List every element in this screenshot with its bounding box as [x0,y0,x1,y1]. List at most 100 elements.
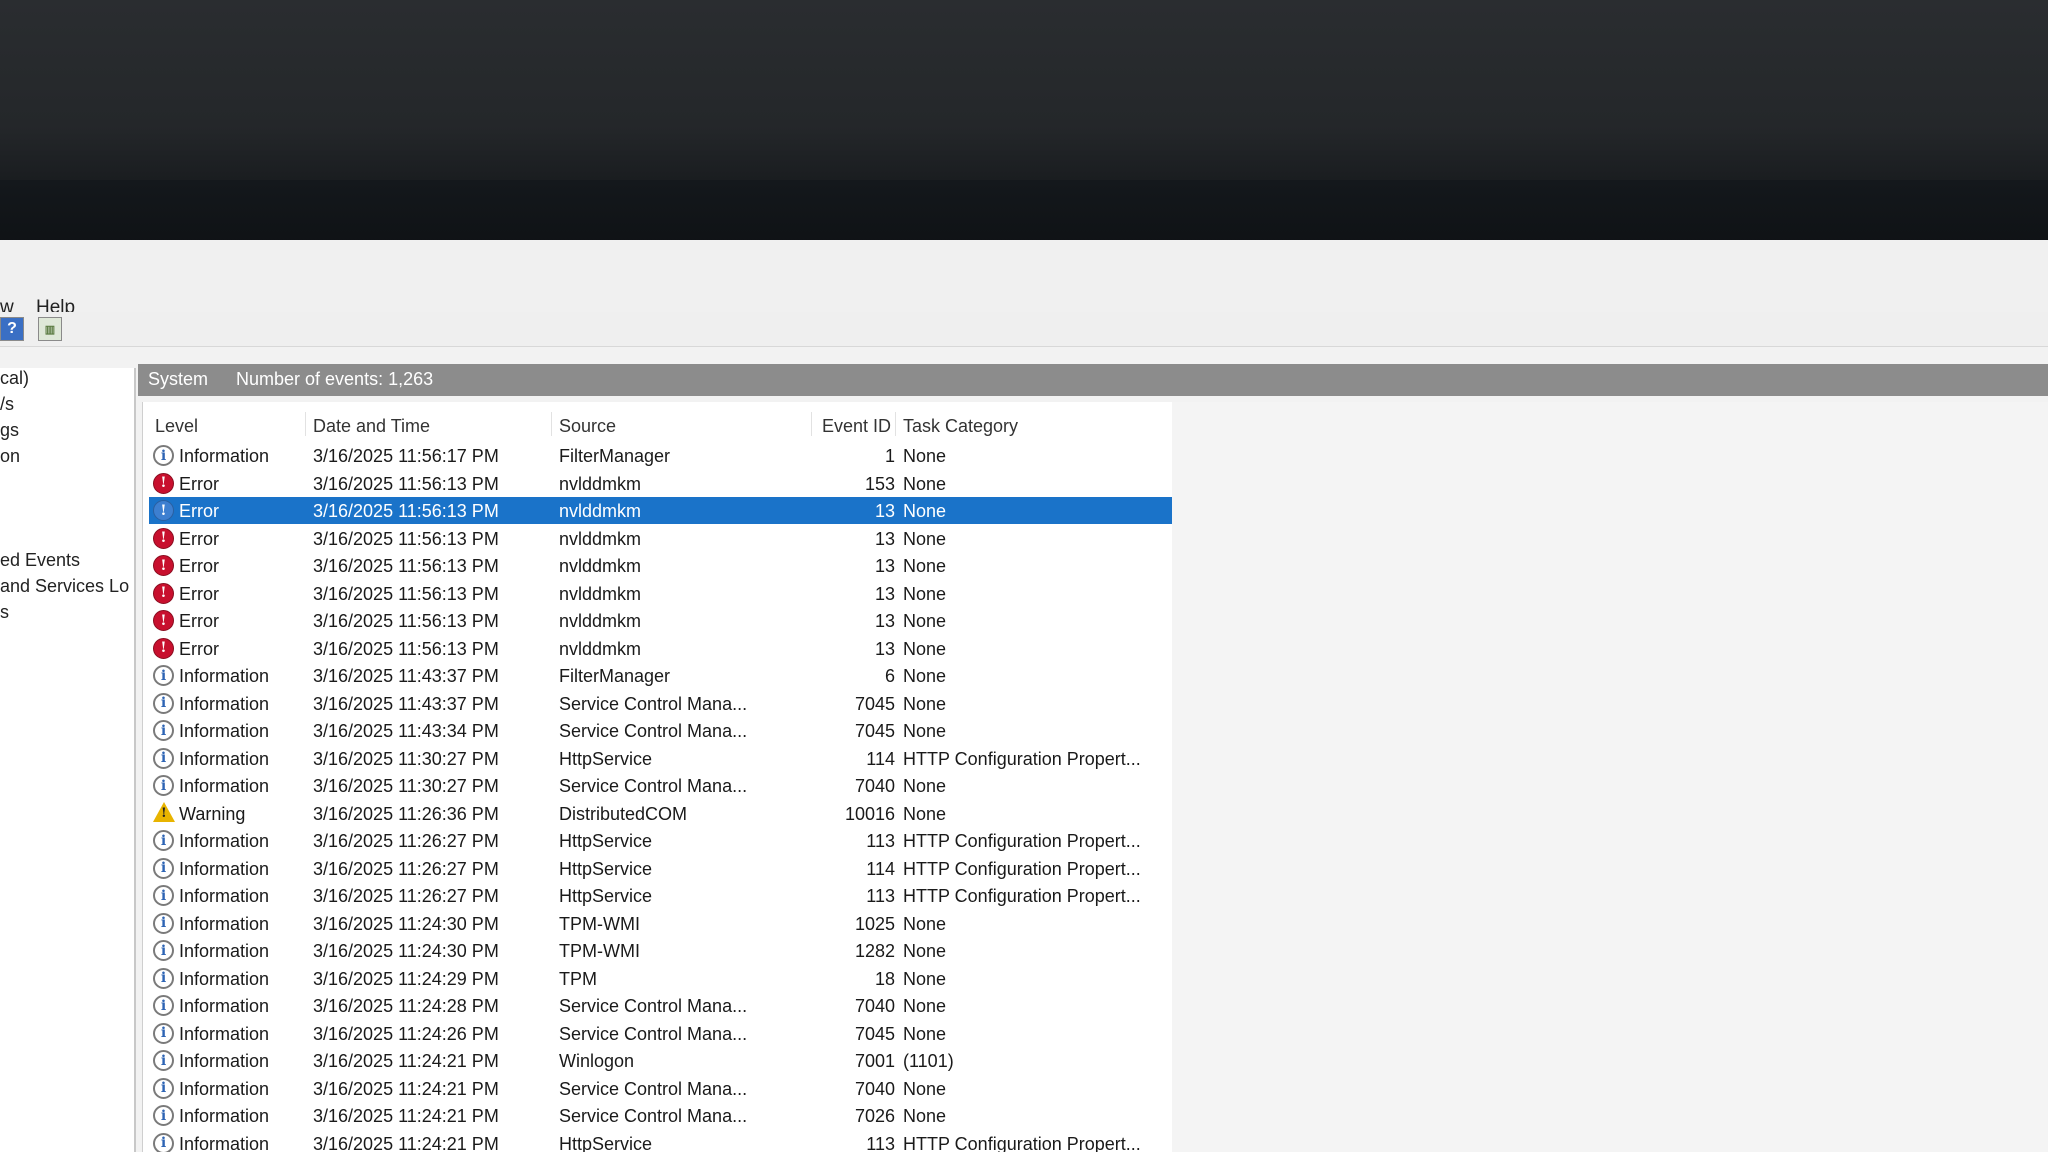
information-icon: i [153,720,174,741]
help-icon: ? [7,320,17,337]
event-task-category: None [903,638,947,659]
event-row[interactable]: i Information 3/16/2025 11:26:27 PM HttpSer… [149,827,1173,854]
event-row[interactable]: i Information 3/16/2025 11:43:37 PM Service… [149,690,1173,717]
tree-item-applications-services[interactable]: and Services Lo [0,576,129,597]
event-row[interactable]: ! Warning 3/16/2025 11:26:36 PM Distributed… [149,800,1173,827]
event-task-category: None [903,583,947,604]
column-level[interactable]: Level [155,416,198,437]
event-source: Winlogon [559,1051,635,1071]
event-task-category: HTTP Configuration Propert... [903,831,1141,851]
event-row[interactable]: i Information 3/16/2025 11:26:27 PM HttpSer… [149,855,1173,882]
event-date-time: 3/16/2025 11:56:13 PM [313,556,499,576]
event-date-time: 3/16/2025 11:24:28 PM [313,996,499,1016]
column-source[interactable]: Source [559,416,616,437]
event-source: DistributedCOM [559,803,688,824]
event-source: Service Control Mana... [559,996,748,1016]
column-divider[interactable] [811,412,812,436]
event-row[interactable]: i Information 3/16/2025 11:24:21 PM Winlogo… [149,1047,1173,1074]
event-source: HttpService [559,1133,653,1152]
tree-item-views[interactable]: /s [0,394,14,415]
event-task-category: HTTP Configuration Propert... [903,748,1141,769]
event-source: Service Control Mana... [559,1106,748,1126]
event-row[interactable]: ! Error 3/16/2025 11:56:13 PM nvlddmkm 13 Non… [149,635,1173,662]
event-row[interactable]: i Information 3/16/2025 11:24:28 PM Service… [149,992,1173,1019]
event-source: Service Control Mana... [559,693,748,714]
error-icon: ! [153,472,174,494]
event-row[interactable]: i Information 3/16/2025 11:24:21 PM Service… [149,1102,1173,1129]
event-id: 113 [866,886,895,906]
event-row[interactable]: ! Error 3/16/2025 11:56:13 PM nvlddmkm 13 Non… [149,525,1173,552]
event-id: 13 [874,638,895,659]
error-icon: ! [153,527,174,549]
event-id: 18 [874,968,895,989]
information-icon: i [153,995,174,1016]
column-divider[interactable] [305,412,306,436]
tree-item-local[interactable]: cal) [0,368,29,389]
event-row[interactable]: i Information 3/16/2025 11:43:37 PM FilterM… [149,662,1173,689]
event-list: Level Date and Time Source Event ID Task… [142,402,1173,1152]
tree-item-logs[interactable]: gs [0,420,19,441]
event-source: HttpService [559,886,653,906]
information-icon: i [153,665,174,686]
column-date-time[interactable]: Date and Time [313,416,430,437]
column-task-category[interactable]: Task Category [903,416,1018,437]
event-row[interactable]: i Information 3/16/2025 11:30:27 PM HttpSer… [149,745,1173,772]
event-date-time: 3/16/2025 11:56:13 PM [313,611,499,631]
event-task-category: HTTP Configuration Propert... [903,858,1141,879]
event-task-category: None [903,803,947,824]
event-source: HttpService [559,858,653,879]
event-id: 114 [866,748,895,769]
event-task-category: None [903,501,947,521]
event-row[interactable]: ! Error 3/16/2025 11:56:13 PM nvlddmkm 13 Non… [149,497,1173,524]
information-icon: i [153,857,174,879]
column-event-id[interactable]: Event ID [813,416,891,437]
event-id: 113 [866,831,895,851]
event-date-time: 3/16/2025 11:24:21 PM [313,1106,499,1126]
pane-icon: ▥ [44,323,56,336]
information-icon: i [153,885,174,906]
error-icon: ! [153,610,174,631]
help-button[interactable]: ? [0,317,24,341]
event-task-category: HTTP Configuration Propert... [903,1133,1141,1152]
event-task-category: None [903,446,947,466]
tree-item-subscriptions[interactable]: s [0,602,9,623]
event-task-category: None [903,528,947,549]
event-level: Information [179,693,270,714]
event-date-time: 3/16/2025 11:26:27 PM [313,886,499,906]
event-row[interactable]: i Information 3/16/2025 11:24:21 PM Service… [149,1075,1173,1102]
information-icon: i [153,967,174,989]
event-row[interactable]: i Information 3/16/2025 11:26:27 PM HttpSer… [149,882,1173,909]
show-action-pane-button[interactable]: ▥ [38,317,62,341]
event-date-time: 3/16/2025 11:24:29 PM [313,968,499,989]
error-icon: ! [153,637,174,659]
event-level: Information [179,1023,270,1044]
event-row[interactable]: ! Error 3/16/2025 11:56:13 PM nvlddmkm 13 Non… [149,580,1173,607]
event-row[interactable]: i Information 3/16/2025 11:30:27 PM Service… [149,772,1173,799]
event-row[interactable]: i Information 3/16/2025 11:56:17 PM FilterM… [149,442,1173,469]
event-row[interactable]: ! Error 3/16/2025 11:56:13 PM nvlddmkm 153 No… [149,470,1173,497]
column-divider[interactable] [551,412,552,436]
tree-item-subscription[interactable]: on [0,446,20,467]
event-row[interactable]: i Information 3/16/2025 11:24:29 PM TPM 18 No… [149,965,1173,992]
event-level: Information [179,831,270,851]
event-source: nvlddmkm [559,556,642,576]
event-source: nvlddmkm [559,638,642,659]
event-date-time: 3/16/2025 11:24:21 PM [313,1133,499,1152]
event-row[interactable]: i Information 3/16/2025 11:24:30 PM TPM-WMI… [149,910,1173,937]
event-source: FilterManager [559,446,671,466]
column-divider[interactable] [895,412,896,436]
event-level: Error [179,638,219,659]
event-row[interactable]: i Information 3/16/2025 11:24:21 PM HttpSer… [149,1130,1173,1152]
event-row[interactable]: i Information 3/16/2025 11:43:34 PM Service… [149,717,1173,744]
event-level: Error [179,556,219,576]
event-row[interactable]: i Information 3/16/2025 11:24:30 PM TPM-WMI… [149,937,1173,964]
event-row[interactable]: ! Error 3/16/2025 11:56:13 PM nvlddmkm 13 Non… [149,552,1173,579]
event-id: 13 [874,556,895,576]
event-id: 7040 [854,1078,895,1099]
information-icon: i [153,1022,174,1044]
event-row[interactable]: ! Error 3/16/2025 11:56:13 PM nvlddmkm 13 Non… [149,607,1173,634]
event-source: Service Control Mana... [559,721,748,741]
event-id: 7045 [854,721,895,741]
tree-item-forwarded-events[interactable]: ed Events [0,550,80,571]
event-row[interactable]: i Information 3/16/2025 11:24:26 PM Service… [149,1020,1173,1047]
